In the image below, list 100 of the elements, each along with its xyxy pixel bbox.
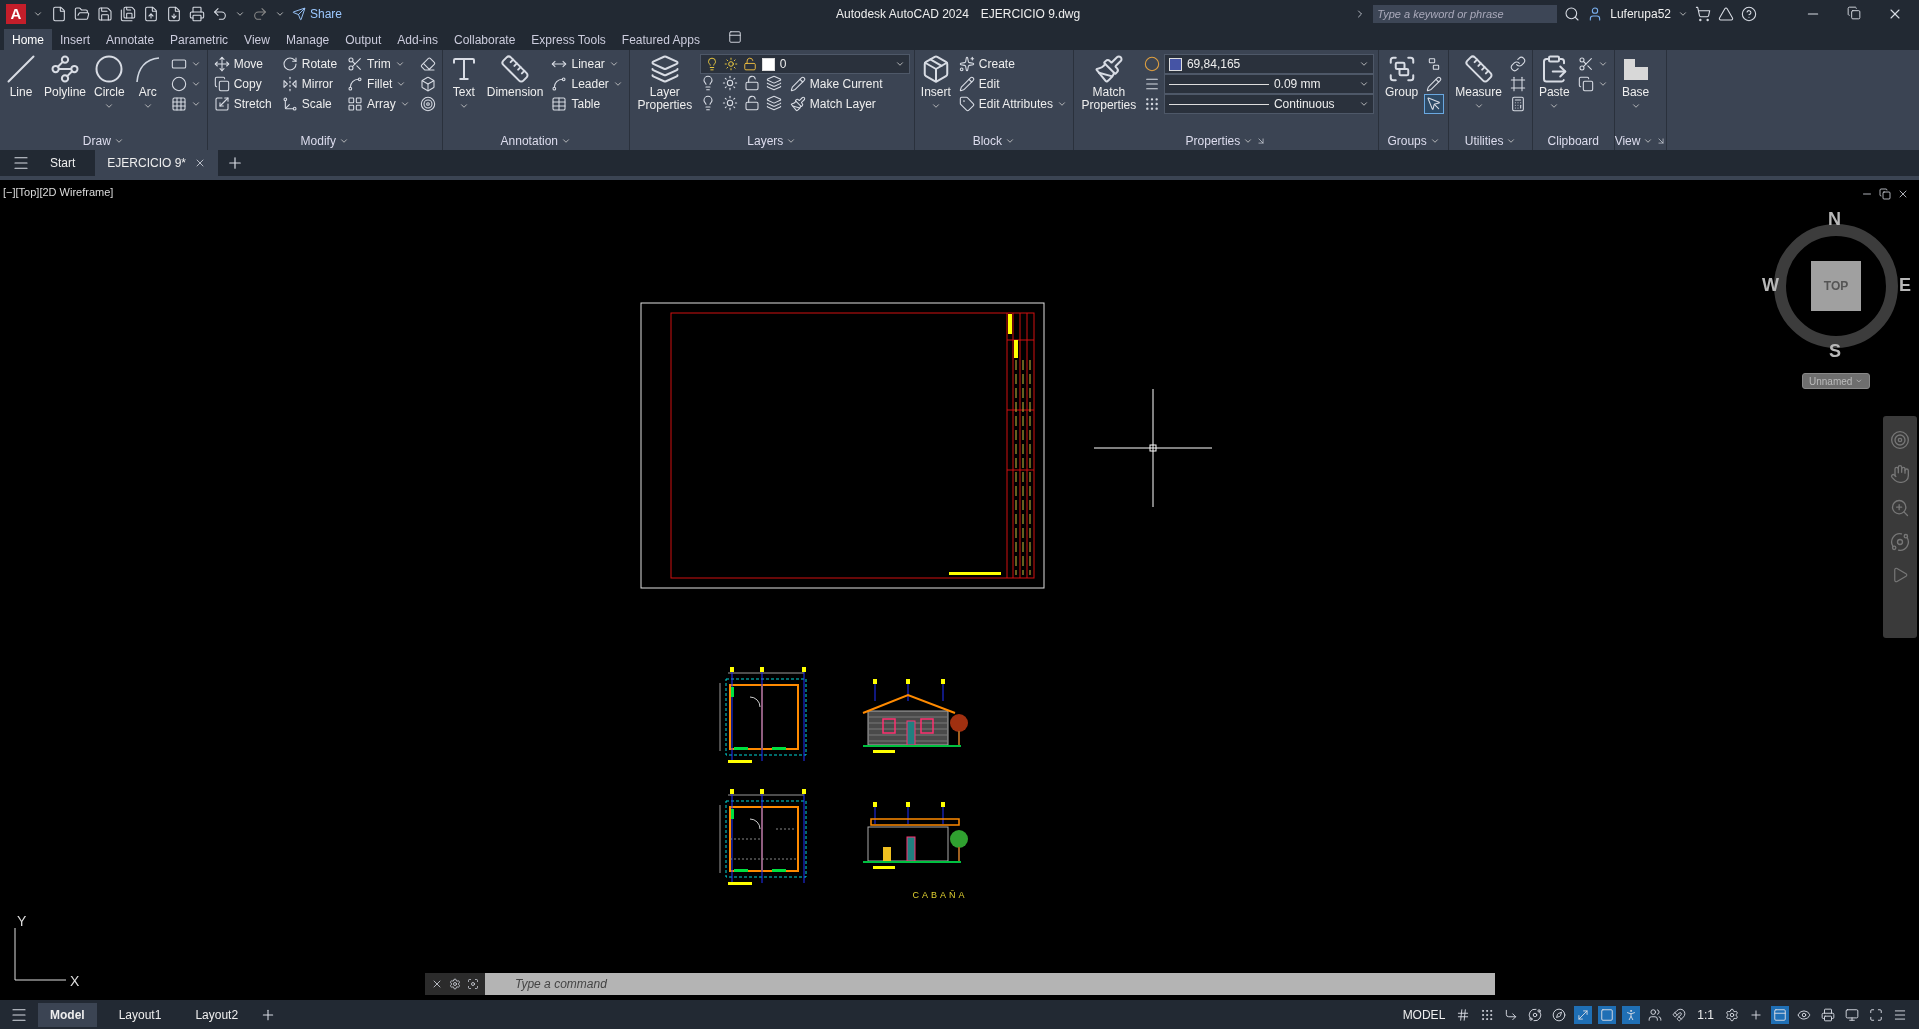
- caret-icon[interactable]: [190, 79, 201, 89]
- panel-title[interactable]: Annotation: [500, 133, 558, 148]
- caret-icon[interactable]: [1597, 79, 1608, 89]
- ribbon-tab[interactable]: Collaborate: [446, 29, 524, 50]
- caret-icon[interactable]: [930, 101, 941, 111]
- zoom-icon[interactable]: [1890, 498, 1910, 518]
- save-icon[interactable]: [97, 5, 113, 22]
- caret-icon[interactable]: [1056, 99, 1067, 109]
- caret-icon[interactable]: [190, 59, 201, 69]
- ribbon-tool-button[interactable]: Measure: [1453, 54, 1504, 111]
- caret-icon[interactable]: [612, 79, 623, 89]
- pan-icon[interactable]: [1890, 464, 1910, 484]
- status-tool[interactable]: [1771, 1005, 1789, 1024]
- ribbon-tool-button[interactable]: Base: [1618, 54, 1653, 111]
- layer-state-icon[interactable]: [765, 74, 782, 91]
- caret-icon[interactable]: [396, 79, 407, 89]
- ribbon-tool-button[interactable]: Layer Properties: [633, 54, 696, 112]
- ribbon-tool-button[interactable]: Circle: [92, 54, 127, 111]
- panel-title[interactable]: Draw: [82, 133, 111, 148]
- caret-icon[interactable]: [1473, 101, 1484, 111]
- launcher-icon[interactable]: [1256, 135, 1267, 146]
- ribbon-tool-button[interactable]: Create: [956, 54, 1069, 74]
- unlock-icon[interactable]: [743, 74, 760, 91]
- help-icon[interactable]: [1741, 5, 1757, 22]
- ribbon-tool-button[interactable]: Make Current: [787, 76, 885, 92]
- search-icon[interactable]: [1564, 5, 1581, 22]
- layout-tab[interactable]: Layout1: [106, 1002, 174, 1027]
- ribbon-tab[interactable]: Featured Apps: [613, 29, 708, 50]
- status-toggle[interactable]: [1574, 1005, 1593, 1024]
- panel-title[interactable]: Groups: [1387, 133, 1427, 148]
- caret-icon[interactable]: [104, 101, 115, 111]
- menu-icon[interactable]: [12, 154, 30, 172]
- ribbon-tool-button[interactable]: Group: [1382, 54, 1421, 99]
- lineweight-icon[interactable]: [1143, 76, 1160, 92]
- compass-direction[interactable]: N: [1828, 209, 1841, 230]
- ribbon-tool-button[interactable]: Arc: [130, 54, 165, 111]
- ribbon-tab[interactable]: Output: [337, 29, 390, 50]
- new-file-icon[interactable]: [51, 5, 67, 22]
- ribbon-tool-button[interactable]: Mirror: [279, 74, 340, 94]
- customize-icon[interactable]: [449, 978, 461, 990]
- ribbon-tab[interactable]: Manage: [277, 29, 338, 50]
- ribbon-tool-button[interactable]: Fillet: [345, 74, 412, 94]
- ribbon-toggle-icon[interactable]: [727, 30, 742, 44]
- ribbon-tool-button[interactable]: Rotate: [279, 54, 340, 74]
- ribbon-tool-button[interactable]: Trim: [345, 54, 412, 74]
- ribbon-tool-button[interactable]: Match Layer: [787, 96, 878, 112]
- layout-tab[interactable]: Layout2: [183, 1002, 251, 1027]
- ribbon-icon-button[interactable]: [1424, 94, 1445, 114]
- panel-title[interactable]: Modify: [300, 133, 336, 148]
- panel-title[interactable]: Utilities: [1464, 133, 1504, 148]
- caret-icon[interactable]: [1358, 99, 1369, 109]
- unlock-icon[interactable]: [743, 94, 760, 111]
- ribbon-tool-button[interactable]: Paste: [1536, 54, 1572, 111]
- close-icon[interactable]: [1897, 188, 1909, 200]
- caret-icon[interactable]: [1358, 79, 1369, 89]
- showmotion-icon[interactable]: [1891, 566, 1909, 584]
- ribbon-tool-button[interactable]: Table: [549, 94, 625, 114]
- linetype-dropdown[interactable]: Continuous: [1163, 94, 1374, 114]
- caret-icon[interactable]: [1549, 101, 1560, 111]
- ribbon-tool-button[interactable]: Array: [345, 94, 412, 114]
- file-tab[interactable]: EJERCICIO 9*: [95, 150, 219, 176]
- ribbon-tool-button[interactable]: Leader: [549, 74, 625, 94]
- ribbon-tab[interactable]: Add-ins: [389, 29, 446, 50]
- caret-icon[interactable]: [190, 99, 201, 109]
- ribbon-tool-button[interactable]: Text: [446, 54, 481, 111]
- restore-icon[interactable]: [1847, 5, 1861, 20]
- compass-direction[interactable]: S: [1829, 341, 1841, 362]
- layer-dropdown[interactable]: 0: [699, 54, 910, 74]
- model-space-button[interactable]: MODEL: [1399, 1007, 1449, 1022]
- sun-icon[interactable]: [721, 94, 738, 111]
- caret-icon[interactable]: [394, 59, 405, 69]
- share-button[interactable]: Share: [292, 6, 343, 21]
- ribbon-tool-button[interactable]: Insert: [918, 54, 953, 111]
- ribbon-tab[interactable]: Annotate: [98, 29, 163, 50]
- ribbon-tab[interactable]: Express Tools: [523, 29, 614, 50]
- compass-direction[interactable]: E: [1899, 275, 1911, 296]
- ribbon-tab[interactable]: Home: [4, 29, 52, 50]
- launcher-icon[interactable]: [1656, 135, 1667, 146]
- file-tab[interactable]: Start: [38, 150, 88, 176]
- layer-state-icon[interactable]: [765, 94, 782, 111]
- status-toggle[interactable]: [1598, 1005, 1617, 1024]
- panel-title[interactable]: Layers: [747, 133, 784, 148]
- ribbon-tool-button[interactable]: Scale: [279, 94, 340, 114]
- folder-icon[interactable]: [74, 5, 90, 22]
- user-name[interactable]: Luferupa52: [1610, 6, 1671, 21]
- ribbon-tool-button[interactable]: Dimension: [484, 54, 546, 99]
- ribbon-tool-button[interactable]: Move: [211, 54, 274, 74]
- caret-icon[interactable]: [1597, 59, 1608, 69]
- close-icon[interactable]: [431, 978, 443, 990]
- print-icon[interactable]: [189, 5, 205, 22]
- lineweight-dropdown[interactable]: 0.09 mm: [1163, 74, 1374, 94]
- command-input[interactable]: Type a command: [485, 973, 1495, 995]
- file-upload-icon[interactable]: [143, 5, 159, 22]
- ribbon-tool-button[interactable]: Stretch: [211, 94, 274, 114]
- panel-title[interactable]: Clipboard: [1547, 133, 1599, 148]
- ribbon-tool-button[interactable]: Line: [4, 54, 38, 99]
- caret-icon[interactable]: [458, 101, 469, 111]
- caret-icon[interactable]: [142, 101, 153, 111]
- app-logo[interactable]: A: [6, 3, 26, 24]
- color-dropdown[interactable]: 69,84,165: [1163, 54, 1374, 74]
